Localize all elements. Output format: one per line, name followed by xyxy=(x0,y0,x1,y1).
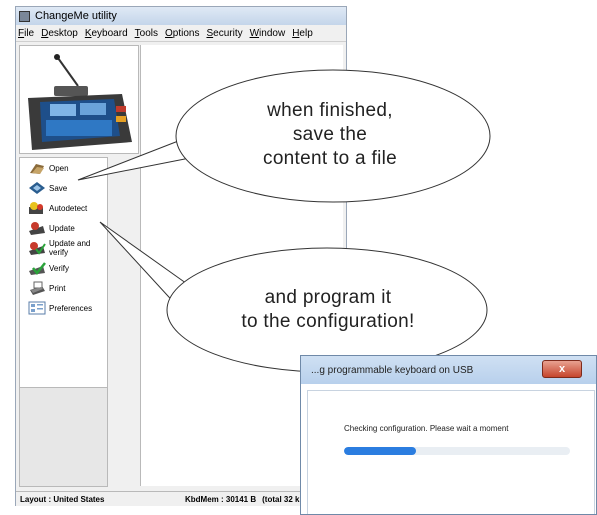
callout-line: to the configuration! xyxy=(241,311,415,332)
callout-line: when finished, xyxy=(267,100,393,121)
dialog-title: ...g programmable keyboard on USB xyxy=(311,364,474,376)
dialog-message: Checking configuration. Please wait a mo… xyxy=(344,424,509,433)
dialog-title-bar: ...g programmable keyboard on USB x xyxy=(301,356,596,384)
callout-bottom-text: and program it to the configuration! xyxy=(178,286,478,334)
callout-top-text: when finished, save the content to a fil… xyxy=(200,99,460,171)
dialog-body: Checking configuration. Please wait a mo… xyxy=(307,390,595,514)
close-button[interactable]: x xyxy=(542,360,582,378)
callout-line: and program it xyxy=(264,287,392,308)
callout-line: save the xyxy=(292,124,368,145)
progress-dialog: ...g programmable keyboard on USB x Chec… xyxy=(300,355,597,515)
progress-bar-fill xyxy=(344,447,417,455)
close-icon: x xyxy=(558,363,566,375)
callout-line: content to a file xyxy=(263,148,397,169)
progress-bar xyxy=(344,447,570,455)
